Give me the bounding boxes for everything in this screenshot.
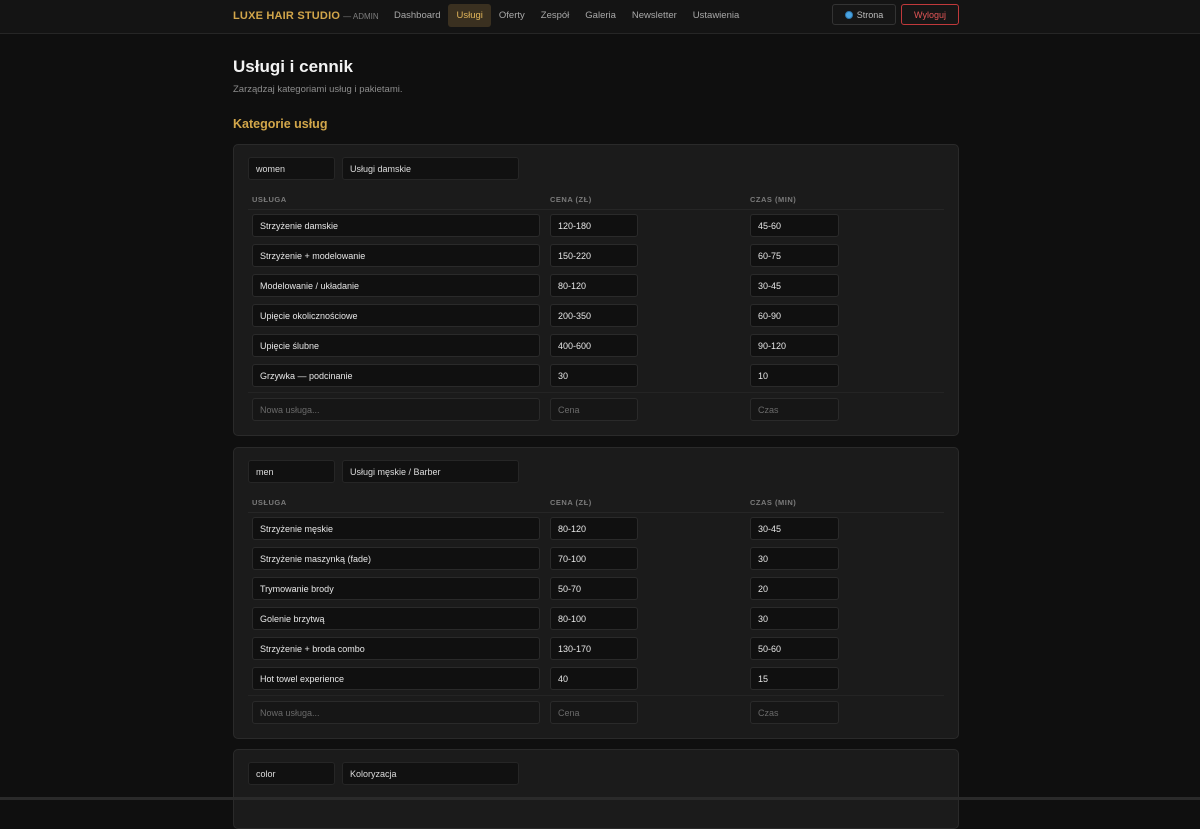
column-header-price: CENA (ZŁ)	[550, 498, 592, 507]
service-time-input[interactable]: 50-60	[750, 637, 839, 660]
new-service-name-input[interactable]: Nowa usługa...	[252, 398, 540, 421]
service-price-input[interactable]: 50-70	[550, 577, 638, 600]
service-time-input[interactable]: 30	[750, 547, 839, 570]
new-service-name-input[interactable]: Nowa usługa...	[252, 701, 540, 724]
logout-button[interactable]: Wyloguj	[901, 4, 959, 25]
category-key-input[interactable]: color	[248, 762, 335, 785]
new-row-divider	[248, 695, 944, 696]
page-title: Usługi i cennik	[233, 57, 353, 76]
service-price-input[interactable]: 120-180	[550, 214, 638, 237]
brand-sub: — ADMIN	[343, 12, 379, 21]
nav-dashboard[interactable]: Dashboard	[386, 4, 448, 27]
service-row: Strzyżenie damskie 120-180 45-60	[234, 214, 958, 237]
view-site-button[interactable]: Strona	[832, 4, 896, 25]
brand-name: LUXE HAIR STUDIO	[233, 10, 341, 22]
service-price-input[interactable]: 70-100	[550, 547, 638, 570]
service-time-input[interactable]: 45-60	[750, 214, 839, 237]
category-name-input[interactable]: Usługi męskie / Barber	[342, 460, 519, 483]
view-site-label: Strona	[856, 9, 884, 20]
main-nav: Dashboard Usługi Oferty Zespół Galeria N…	[386, 4, 747, 27]
header-divider	[248, 209, 944, 210]
category-name-input[interactable]: Usługi damskie	[342, 157, 519, 180]
service-name-input[interactable]: Upięcie ślubne	[252, 334, 540, 357]
new-service-time-input[interactable]: Czas	[750, 398, 839, 421]
service-time-input[interactable]: 90-120	[750, 334, 839, 357]
service-time-input[interactable]: 30-45	[750, 274, 839, 297]
service-name-input[interactable]: Strzyżenie maszynką (fade)	[252, 547, 540, 570]
service-price-input[interactable]: 130-170	[550, 637, 638, 660]
logout-label: Wyloguj	[914, 9, 946, 20]
page-subtitle: Zarządzaj kategoriami usług i pakietami.	[233, 84, 403, 95]
nav-uslugi[interactable]: Usługi	[448, 4, 491, 27]
column-header-time: CZAS (MIN)	[750, 498, 797, 507]
service-name-input[interactable]: Upięcie okolicznościowe	[252, 304, 540, 327]
nav-newsletter[interactable]: Newsletter	[624, 4, 685, 27]
service-name-input[interactable]: Strzyżenie + modelowanie	[252, 244, 540, 267]
service-name-input[interactable]: Golenie brzytwą	[252, 607, 540, 630]
service-time-input[interactable]: 10	[750, 364, 839, 387]
service-time-input[interactable]: 15	[750, 667, 839, 690]
new-row-divider	[248, 392, 944, 393]
service-price-input[interactable]: 40	[550, 667, 638, 690]
service-name-input[interactable]: Strzyżenie męskie	[252, 517, 540, 540]
section-title: Kategorie usług	[233, 117, 328, 131]
service-price-input[interactable]: 80-100	[550, 607, 638, 630]
new-service-row: Nowa usługa... Cena Czas	[234, 701, 958, 724]
service-row: Upięcie ślubne 400-600 90-120	[234, 334, 958, 357]
service-row: Trymowanie brody 50-70 20	[234, 577, 958, 600]
new-service-row: Nowa usługa... Cena Czas	[234, 398, 958, 421]
service-row: Modelowanie / układanie 80-120 30-45	[234, 274, 958, 297]
service-time-input[interactable]: 60-90	[750, 304, 839, 327]
service-name-input[interactable]: Strzyżenie damskie	[252, 214, 540, 237]
category-card-color: color Koloryzacja	[233, 749, 959, 829]
service-row: Strzyżenie męskie 80-120 30-45	[234, 517, 958, 540]
column-header-service: USŁUGA	[252, 195, 287, 204]
service-row: Upięcie okolicznościowe 200-350 60-90	[234, 304, 958, 327]
new-service-time-input[interactable]: Czas	[750, 701, 839, 724]
service-price-input[interactable]: 80-120	[550, 517, 638, 540]
service-price-input[interactable]: 30	[550, 364, 638, 387]
new-service-price-input[interactable]: Cena	[550, 701, 638, 724]
column-header-service: USŁUGA	[252, 498, 287, 507]
brand-logo[interactable]: LUXE HAIR STUDIO — ADMIN	[233, 10, 379, 22]
service-row: Strzyżenie + broda combo 130-170 50-60	[234, 637, 958, 660]
service-price-input[interactable]: 150-220	[550, 244, 638, 267]
globe-icon	[844, 10, 853, 19]
service-name-input[interactable]: Modelowanie / układanie	[252, 274, 540, 297]
service-name-input[interactable]: Grzywka — podcinanie	[252, 364, 540, 387]
service-name-input[interactable]: Trymowanie brody	[252, 577, 540, 600]
service-name-input[interactable]: Hot towel experience	[252, 667, 540, 690]
nav-ustawienia[interactable]: Ustawienia	[685, 4, 747, 27]
nav-galeria[interactable]: Galeria	[577, 4, 624, 27]
header-divider	[248, 512, 944, 513]
service-row: Hot towel experience 40 15	[234, 667, 958, 690]
column-header-price: CENA (ZŁ)	[550, 195, 592, 204]
service-name-input[interactable]: Strzyżenie + broda combo	[252, 637, 540, 660]
service-row: Golenie brzytwą 80-100 30	[234, 607, 958, 630]
service-price-input[interactable]: 80-120	[550, 274, 638, 297]
service-price-input[interactable]: 400-600	[550, 334, 638, 357]
category-card-women: women Usługi damskie USŁUGA CENA (ZŁ) CZAS (…	[233, 144, 959, 436]
nav-zespol[interactable]: Zespół	[533, 4, 578, 27]
service-time-input[interactable]: 20	[750, 577, 839, 600]
top-navbar: LUXE HAIR STUDIO — ADMIN Dashboard Usługi…	[0, 0, 1200, 34]
service-row: Strzyżenie + modelowanie 150-220 60-75	[234, 244, 958, 267]
service-row: Strzyżenie maszynką (fade) 70-100 30	[234, 547, 958, 570]
service-price-input[interactable]: 200-350	[550, 304, 638, 327]
service-row: Grzywka — podcinanie 30 10	[234, 364, 958, 387]
new-service-price-input[interactable]: Cena	[550, 398, 638, 421]
nav-oferty[interactable]: Oferty	[491, 4, 533, 27]
service-time-input[interactable]: 30-45	[750, 517, 839, 540]
category-card-men: men Usługi męskie / Barber USŁUGA CENA (ZŁ)…	[233, 447, 959, 739]
column-header-time: CZAS (MIN)	[750, 195, 797, 204]
category-key-input[interactable]: men	[248, 460, 335, 483]
category-name-input[interactable]: Koloryzacja	[342, 762, 519, 785]
service-time-input[interactable]: 30	[750, 607, 839, 630]
service-time-input[interactable]: 60-75	[750, 244, 839, 267]
category-key-input[interactable]: women	[248, 157, 335, 180]
